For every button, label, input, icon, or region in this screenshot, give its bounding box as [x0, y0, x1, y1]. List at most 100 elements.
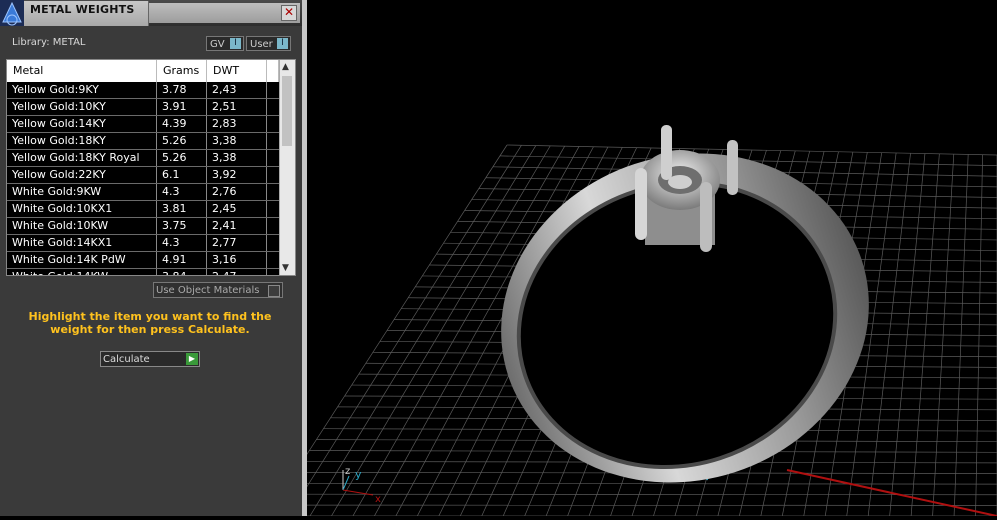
- app-logo-icon: [0, 0, 24, 26]
- table-row[interactable]: White Gold:14KX14.32,77: [7, 235, 279, 252]
- panel-title-tab[interactable]: METAL WEIGHTS: [24, 1, 149, 26]
- column-header-dwt[interactable]: DWT: [207, 60, 267, 82]
- use-object-materials-checkbox[interactable]: Use Object Materials: [153, 282, 283, 298]
- table-row[interactable]: White Gold:10KX13.812,45: [7, 201, 279, 218]
- cell-spacer: [267, 99, 279, 115]
- checkbox-icon: [268, 285, 280, 297]
- cell-spacer: [267, 116, 279, 132]
- column-header-metal[interactable]: Metal: [7, 60, 157, 82]
- cell-spacer: [267, 82, 279, 98]
- grid-line: [307, 483, 997, 484]
- cell-metal: Yellow Gold:9KY: [7, 82, 157, 98]
- cell-metal: White Gold:10KX1: [7, 201, 157, 217]
- viewport-canvas[interactable]: z y x: [307, 0, 997, 516]
- instruction-text: Highlight the item you want to find the …: [14, 310, 286, 336]
- cell-dwt: 2,43: [207, 82, 267, 98]
- cell-metal: White Gold:14K PdW: [7, 252, 157, 268]
- table-row[interactable]: Yellow Gold:9KY3.782,43: [7, 82, 279, 99]
- axis-gizmo: z y x: [343, 466, 381, 505]
- user-toggle[interactable]: User I: [246, 36, 291, 51]
- cell-dwt: 2,77: [207, 235, 267, 251]
- table-row[interactable]: White Gold:9KW4.32,76: [7, 184, 279, 201]
- gv-toggle-label: GV: [210, 39, 225, 50]
- cell-metal: White Gold:14KX1: [7, 235, 157, 251]
- cell-dwt: 3,16: [207, 252, 267, 268]
- cell-metal: White Gold:10KW: [7, 218, 157, 234]
- table-row[interactable]: Yellow Gold:14KY4.392,83: [7, 116, 279, 133]
- cell-dwt: 2,76: [207, 184, 267, 200]
- calculate-label: Calculate: [103, 354, 150, 365]
- column-header-spacer: [267, 60, 279, 82]
- table-row[interactable]: Yellow Gold:18KY5.263,38: [7, 133, 279, 150]
- cell-dwt: 2,83: [207, 116, 267, 132]
- toggle-knob-icon: I: [277, 38, 288, 49]
- gizmo-x-label: x: [375, 494, 381, 505]
- close-icon[interactable]: ✕: [281, 5, 297, 21]
- cell-metal: Yellow Gold:10KY: [7, 99, 157, 115]
- table-row[interactable]: White Gold:14K PdW4.913,16: [7, 252, 279, 269]
- cell-grams: 5.26: [157, 150, 207, 166]
- cell-dwt: 3,38: [207, 133, 267, 149]
- cell-grams: 3.84: [157, 269, 207, 276]
- column-header-grams[interactable]: Grams: [157, 60, 207, 82]
- cell-dwt: 2,47: [207, 269, 267, 276]
- cell-spacer: [267, 252, 279, 268]
- scroll-thumb[interactable]: [282, 76, 292, 146]
- toggle-knob-icon: I: [230, 38, 241, 49]
- x-axis-line: [787, 470, 997, 516]
- cell-grams: 3.75: [157, 218, 207, 234]
- scroll-up-icon[interactable]: ▲: [282, 62, 289, 72]
- table-row[interactable]: Yellow Gold:22KY6.13,92: [7, 167, 279, 184]
- panel-title: METAL WEIGHTS: [30, 3, 134, 16]
- cell-dwt: 3,38: [207, 150, 267, 166]
- cell-dwt: 3,92: [207, 167, 267, 183]
- use-object-materials-label: Use Object Materials: [156, 285, 259, 296]
- cell-dwt: 2,41: [207, 218, 267, 234]
- gizmo-z-label: z: [345, 466, 350, 477]
- cell-dwt: 2,45: [207, 201, 267, 217]
- metal-table: Metal Grams DWT Yellow Gold:9KY3.782,43Y…: [6, 59, 296, 276]
- cell-dwt: 2,51: [207, 99, 267, 115]
- gizmo-y-label: y: [355, 468, 362, 481]
- table-scrollbar[interactable]: ▲ ▼: [279, 60, 295, 275]
- cell-grams: 4.3: [157, 235, 207, 251]
- cell-grams: 4.3: [157, 184, 207, 200]
- ring-model[interactable]: [458, 106, 912, 516]
- table-row[interactable]: White Gold:14KW3.842,47: [7, 269, 279, 276]
- cell-grams: 6.1: [157, 167, 207, 183]
- cell-spacer: [267, 150, 279, 166]
- cell-spacer: [267, 133, 279, 149]
- cell-spacer: [267, 235, 279, 251]
- cell-grams: 3.81: [157, 201, 207, 217]
- user-toggle-label: User: [250, 39, 273, 50]
- cell-metal: Yellow Gold:14KY: [7, 116, 157, 132]
- cell-metal: Yellow Gold:18KY Royal: [7, 150, 157, 166]
- cell-spacer: [267, 218, 279, 234]
- calculate-button[interactable]: Calculate ▶: [100, 351, 200, 367]
- cell-grams: 3.91: [157, 99, 207, 115]
- cell-spacer: [267, 167, 279, 183]
- library-label: Library: METAL: [12, 37, 85, 48]
- gv-toggle[interactable]: GV I: [206, 36, 244, 51]
- table-row[interactable]: White Gold:10KW3.752,41: [7, 218, 279, 235]
- table-header: Metal Grams DWT: [7, 60, 279, 82]
- scroll-down-icon[interactable]: ▼: [282, 263, 289, 273]
- cell-spacer: [267, 184, 279, 200]
- 3d-viewport[interactable]: z y x: [307, 0, 997, 516]
- table-row[interactable]: Yellow Gold:10KY3.912,51: [7, 99, 279, 116]
- metal-weights-panel: METAL WEIGHTS ✕ Library: METAL GV I User…: [0, 0, 303, 516]
- cell-grams: 3.78: [157, 82, 207, 98]
- cell-metal: Yellow Gold:22KY: [7, 167, 157, 183]
- titlebar-filler: [149, 3, 300, 23]
- cell-spacer: [267, 269, 279, 276]
- cell-metal: White Gold:14KW: [7, 269, 157, 276]
- table-row[interactable]: Yellow Gold:18KY Royal5.263,38: [7, 150, 279, 167]
- cell-grams: 4.39: [157, 116, 207, 132]
- play-arrow-icon: ▶: [186, 353, 198, 365]
- cell-metal: White Gold:9KW: [7, 184, 157, 200]
- panel-titlebar: METAL WEIGHTS ✕: [0, 0, 302, 26]
- cell-grams: 5.26: [157, 133, 207, 149]
- table-body: Yellow Gold:9KY3.782,43Yellow Gold:10KY3…: [7, 82, 279, 276]
- cell-metal: Yellow Gold:18KY: [7, 133, 157, 149]
- cell-spacer: [267, 201, 279, 217]
